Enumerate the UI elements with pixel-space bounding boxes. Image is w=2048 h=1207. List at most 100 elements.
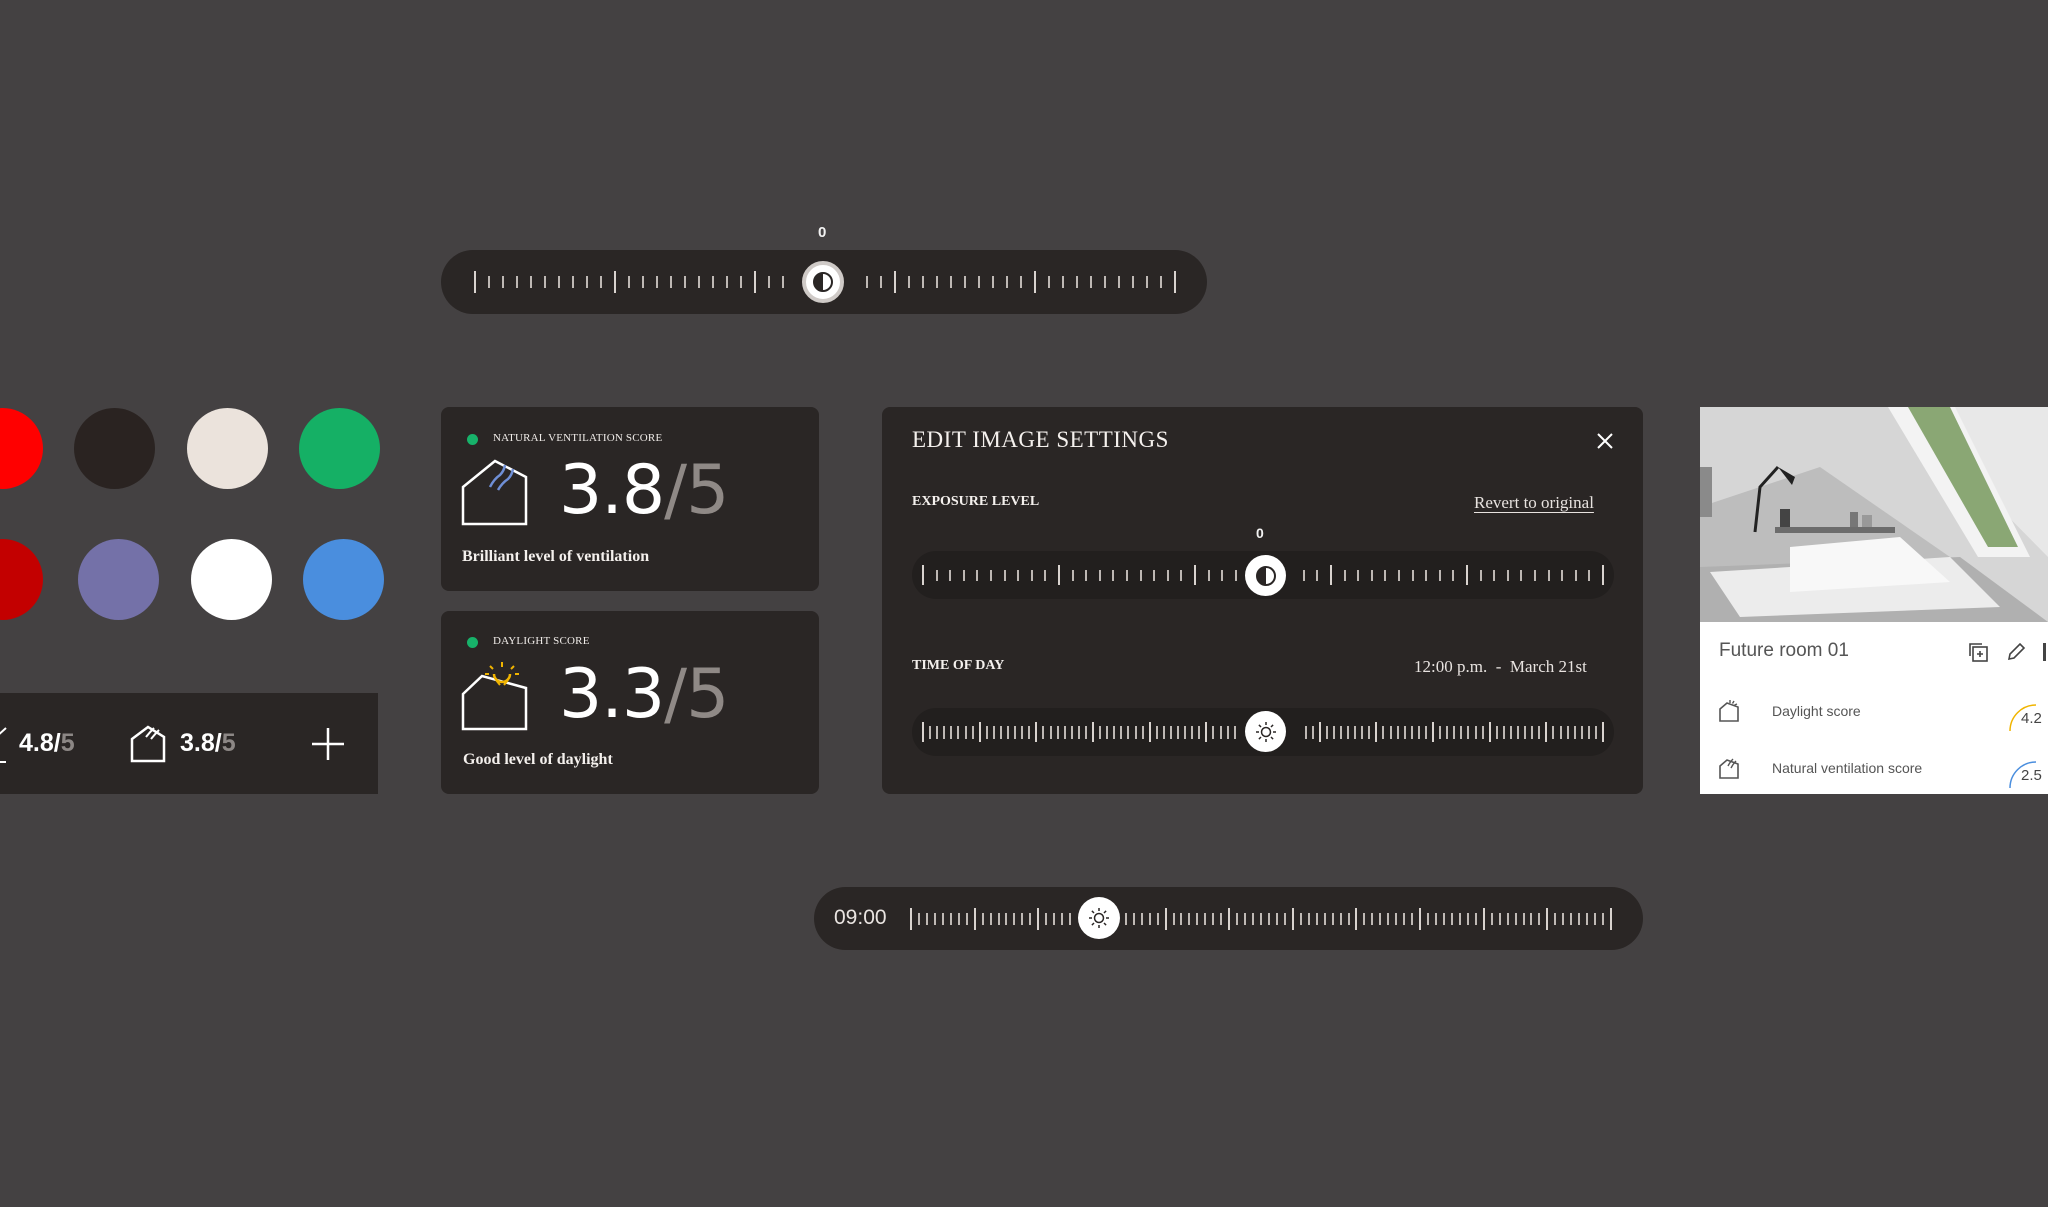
slider-thumb[interactable]: [1245, 711, 1286, 752]
minor-tick: [1208, 570, 1210, 581]
daylight-score-card: DAYLIGHT SCORE 3.3/5 Good level of dayli…: [441, 611, 819, 794]
minor-tick: [1348, 913, 1350, 925]
contrast-icon: [1255, 565, 1276, 586]
time-readout: 09:00: [834, 906, 887, 929]
minor-tick: [1062, 276, 1064, 288]
minor-tick: [1467, 913, 1469, 925]
duplicate-icon[interactable]: [1967, 641, 1989, 663]
minor-tick: [1493, 570, 1495, 581]
revert-to-original-link[interactable]: Revert to original: [1474, 493, 1594, 513]
exposure-label: EXPOSURE LEVEL: [912, 494, 1040, 509]
minor-tick: [1523, 913, 1525, 925]
card-caption: NATURAL VENTILATION SCORE: [493, 432, 663, 444]
minor-tick: [1120, 726, 1122, 739]
minor-tick: [1013, 913, 1015, 925]
major-tick: [1483, 908, 1485, 930]
minor-tick: [986, 726, 988, 739]
minor-tick: [1397, 726, 1399, 739]
minor-tick: [1252, 913, 1254, 925]
minor-tick: [1167, 570, 1169, 581]
minor-tick: [1517, 726, 1519, 739]
minor-tick: [1403, 913, 1405, 925]
minor-tick: [1418, 726, 1420, 739]
swatch-lavender[interactable]: [78, 539, 159, 620]
ventilation-house-icon: [1719, 758, 1739, 779]
close-icon[interactable]: [1595, 431, 1615, 451]
minor-tick: [1333, 726, 1335, 739]
major-tick: [1149, 722, 1151, 742]
minor-tick: [1142, 726, 1144, 739]
minor-tick: [990, 913, 992, 925]
minor-tick: [957, 726, 959, 739]
major-tick: [1205, 722, 1207, 742]
time-of-day-readout: 12:00 p.m. - March 21st: [1414, 657, 1587, 676]
swatch-green[interactable]: [299, 408, 380, 489]
slider-thumb[interactable]: [802, 261, 844, 303]
slider-thumb[interactable]: [1245, 555, 1286, 596]
minor-tick: [1475, 913, 1477, 925]
exposure-slider[interactable]: [912, 551, 1614, 599]
time-slider[interactable]: 09:00: [814, 887, 1643, 950]
minor-tick: [1085, 726, 1087, 739]
minor-tick: [1561, 570, 1563, 581]
ventilation-score-label: Natural ventilation score: [1772, 760, 1923, 776]
minor-tick: [1496, 726, 1498, 739]
minor-tick: [1220, 913, 1222, 925]
minor-tick: [1534, 570, 1536, 581]
minor-tick: [1475, 726, 1477, 739]
major-tick: [894, 271, 896, 293]
major-tick: [1037, 908, 1039, 930]
minor-tick: [1538, 726, 1540, 739]
minor-tick: [1446, 726, 1448, 739]
major-tick: [754, 271, 756, 293]
swatch-red[interactable]: [0, 408, 43, 489]
minor-tick: [1459, 913, 1461, 925]
minor-tick: [1368, 726, 1370, 739]
swatch-dark-brown[interactable]: [74, 408, 155, 489]
minor-tick: [1268, 913, 1270, 925]
room-card[interactable]: Future room 01 Daylight score 4.2 Natura…: [1700, 407, 2048, 794]
minor-tick: [1371, 913, 1373, 925]
minor-tick: [726, 276, 728, 288]
minor-tick: [1340, 913, 1342, 925]
minor-tick: [936, 570, 938, 581]
minor-tick: [1531, 726, 1533, 739]
slider-thumb[interactable]: [1078, 897, 1120, 939]
minor-tick: [1425, 570, 1427, 581]
minor-tick: [1184, 726, 1186, 739]
major-tick: [1165, 908, 1167, 930]
ventilation-description: Brilliant level of ventilation: [462, 548, 650, 565]
minor-tick: [1361, 726, 1363, 739]
minor-tick: [712, 276, 714, 288]
minor-tick: [1570, 913, 1572, 925]
minor-tick: [1347, 726, 1349, 739]
time-of-day-label: TIME OF DAY: [912, 658, 1005, 673]
ventilation-score-card: NATURAL VENTILATION SCORE 3.8/5 Brillian…: [441, 407, 819, 591]
minor-tick: [1157, 913, 1159, 925]
plus-icon[interactable]: [310, 726, 346, 762]
minor-tick: [993, 726, 995, 739]
minor-tick: [1127, 726, 1129, 739]
minor-tick: [965, 726, 967, 739]
minor-tick: [1085, 570, 1087, 581]
minor-tick: [1141, 913, 1143, 925]
swatch-cream[interactable]: [187, 408, 268, 489]
minor-tick: [936, 726, 938, 739]
minor-tick: [1005, 913, 1007, 925]
swatch-blue[interactable]: [303, 539, 384, 620]
contrast-icon: [813, 272, 833, 292]
minor-tick: [1090, 276, 1092, 288]
minor-tick: [1503, 726, 1505, 739]
top-exposure-slider[interactable]: [441, 250, 1207, 314]
edit-pencil-icon[interactable]: [2005, 641, 2027, 663]
swatch-dark-red[interactable]: [0, 539, 43, 620]
swatch-white[interactable]: [191, 539, 272, 620]
minor-tick: [1499, 913, 1501, 925]
minor-tick: [1530, 913, 1532, 925]
more-actions-edge[interactable]: [2043, 643, 2046, 661]
minor-tick: [1552, 726, 1554, 739]
time-of-day-slider[interactable]: [912, 708, 1614, 756]
minor-tick: [1149, 913, 1151, 925]
minor-tick: [1326, 726, 1328, 739]
major-tick: [979, 722, 981, 742]
